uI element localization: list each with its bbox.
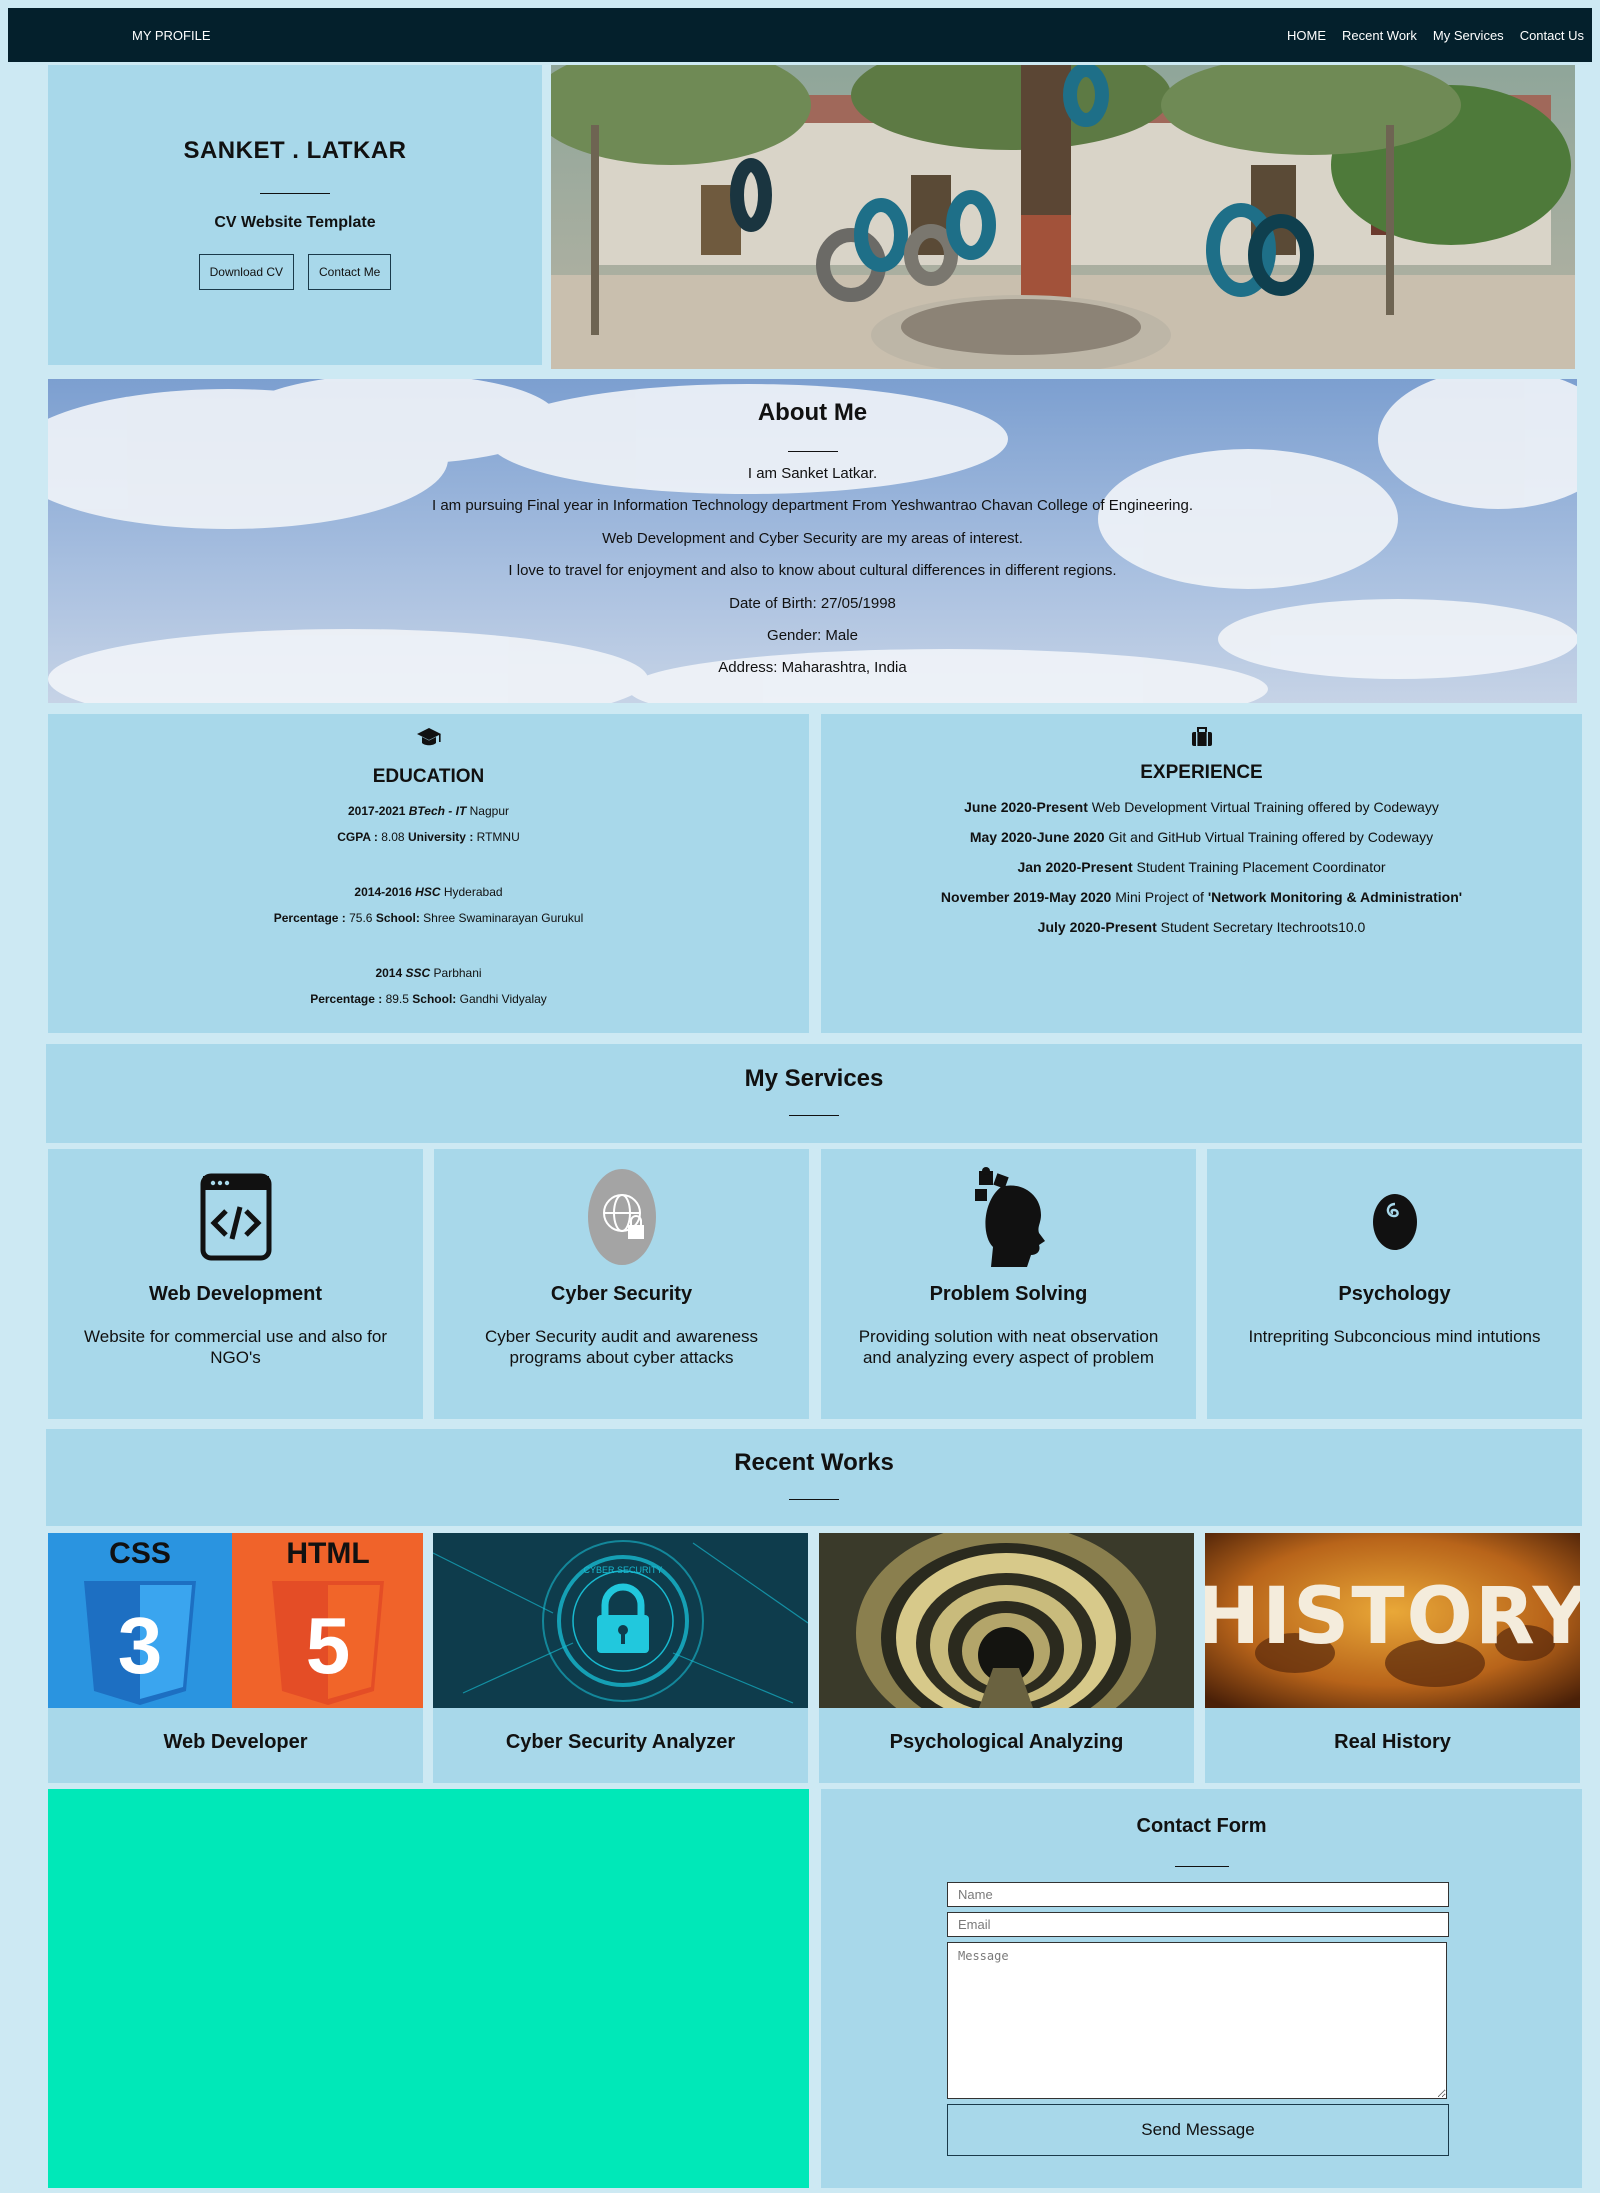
service-title: Psychology (1338, 1283, 1451, 1305)
service-desc: Cyber Security audit and awareness progr… (484, 1327, 759, 1367)
spiral-egg-icon (1350, 1167, 1440, 1267)
education-entry: 2014-2016 HSC Hyderabad Percentage : 75.… (273, 885, 584, 925)
works-banner: Recent Works (46, 1429, 1582, 1526)
puzzle-head-icon (964, 1167, 1054, 1267)
name-field[interactable] (947, 1882, 1449, 1907)
send-message-button[interactable]: Send Message (947, 2104, 1449, 2156)
divider (1174, 1866, 1229, 1867)
education-entry: 2014 SSC Parbhani Percentage : 89.5 Scho… (310, 966, 547, 1006)
contact-title: Contact Form (1136, 1815, 1267, 1837)
experience-entry: May 2020-June 2020 Git and GitHub Virtua… (969, 829, 1434, 845)
work-card-web-developer[interactable]: CSS HTML 3 5 Web Developer (48, 1533, 423, 1783)
about-line: Gender: Male (767, 627, 858, 645)
download-cv-button[interactable]: Download CV (198, 254, 294, 290)
service-title: Web Development (149, 1283, 322, 1305)
divider (789, 1115, 839, 1116)
services-title: My Services (744, 1065, 884, 1092)
hero-photo (551, 65, 1575, 369)
work-card-psychological-analyzing[interactable]: Psychological Analyzing (819, 1533, 1194, 1783)
experience-entry: July 2020-Present Student Secretary Itec… (1037, 919, 1366, 935)
service-card-psychology: Psychology Intrepriting Subconcious mind… (1207, 1149, 1582, 1419)
work-title: Cyber Security Analyzer (505, 1731, 736, 1753)
service-card-problem-solving: Problem Solving Providing solution with … (821, 1149, 1196, 1419)
experience-title: EXPERIENCE (1140, 762, 1263, 783)
map-placeholder-block (48, 1789, 809, 2188)
services-banner: My Services (46, 1044, 1582, 1143)
about-title: About Me (757, 399, 868, 426)
hero-intro-card: SANKET . LATKAR CV Website Template Down… (48, 65, 542, 365)
nav-link-my-services[interactable]: My Services (1433, 28, 1504, 43)
experience-card: EXPERIENCE June 2020-Present Web Develop… (821, 714, 1582, 1033)
works-title: Recent Works (734, 1449, 894, 1476)
service-desc: Providing solution with neat observation… (858, 1327, 1159, 1367)
experience-entry: June 2020-Present Web Development Virtua… (964, 799, 1439, 815)
work-thumb-text: CSS (109, 1537, 171, 1570)
work-title: Web Developer (163, 1731, 308, 1753)
experience-entry: Jan 2020-Present Student Training Placem… (1017, 859, 1386, 875)
about-line: I am pursuing Final year in Information … (432, 497, 1193, 515)
nav-links: HOME Recent Work My Services Contact Us (1287, 28, 1584, 43)
work-thumbnail: HISTORY (1205, 1533, 1580, 1708)
nav-link-contact-us[interactable]: Contact Us (1520, 28, 1584, 43)
briefcase-icon (821, 726, 1582, 752)
work-card-cyber-security-analyzer[interactable]: CYBER SECURITY Cyber Security Analyzer (433, 1533, 808, 1783)
divider (787, 451, 838, 452)
work-thumbnail: CSS HTML 3 5 (48, 1533, 423, 1708)
divider (789, 1499, 839, 1500)
service-card-cyber-security: Cyber Security Cyber Security audit and … (434, 1149, 809, 1419)
work-thumb-text: HISTORY (1205, 1572, 1580, 1662)
contact-me-button[interactable]: Contact Me (308, 254, 392, 290)
education-card: EDUCATION 2017-2021 BTech - IT Nagpur CG… (48, 714, 809, 1033)
work-thumbnail (819, 1533, 1194, 1708)
email-field[interactable] (947, 1912, 1449, 1937)
code-window-icon (191, 1167, 281, 1267)
service-card-web-development: Web Development Website for commercial u… (48, 1149, 423, 1419)
graduation-cap-icon (48, 726, 809, 752)
svg-text:5: 5 (306, 1601, 351, 1690)
work-thumb-text: HTML (286, 1537, 369, 1570)
about-line: Web Development and Cyber Security are m… (602, 529, 1023, 547)
profile-name: SANKET . LATKAR (183, 137, 407, 164)
experience-entry: November 2019-May 2020 Mini Project of '… (940, 889, 1463, 905)
education-title: EDUCATION (372, 766, 485, 787)
about-section: About Me I am Sanket Latkar. I am pursui… (48, 379, 1577, 703)
work-thumb-text: CYBER SECURITY (583, 1565, 662, 1575)
work-title: Real History (1334, 1731, 1451, 1753)
message-field[interactable] (947, 1942, 1447, 2099)
service-desc: Website for commercial use and also for … (84, 1327, 387, 1367)
nav-link-recent-work[interactable]: Recent Work (1342, 28, 1417, 43)
globe-lock-icon (577, 1167, 667, 1267)
about-line: Address: Maharashtra, India (718, 659, 907, 677)
about-line: I love to travel for enjoyment and also … (508, 562, 1117, 580)
top-navbar: MY PROFILE HOME Recent Work My Services … (8, 8, 1592, 62)
nav-link-home[interactable]: HOME (1287, 28, 1326, 43)
work-title: Psychological Analyzing (889, 1731, 1124, 1753)
service-title: Cyber Security (550, 1283, 693, 1305)
nav-brand[interactable]: MY PROFILE (132, 28, 211, 43)
svg-text:3: 3 (118, 1601, 163, 1690)
divider (260, 193, 330, 194)
service-title: Problem Solving (929, 1283, 1088, 1305)
hero-subtitle: CV Website Template (214, 214, 376, 231)
work-card-real-history[interactable]: HISTORY Real History (1205, 1533, 1580, 1783)
about-line: Date of Birth: 27/05/1998 (729, 594, 896, 612)
education-entry: 2017-2021 BTech - IT Nagpur CGPA : 8.08 … (337, 804, 520, 844)
service-desc: Intrepriting Subconcious mind intutions (1248, 1327, 1541, 1346)
about-line: I am Sanket Latkar. (747, 465, 878, 482)
contact-form-card: Contact Form Send Message (821, 1789, 1582, 2188)
work-thumbnail: CYBER SECURITY (433, 1533, 808, 1708)
